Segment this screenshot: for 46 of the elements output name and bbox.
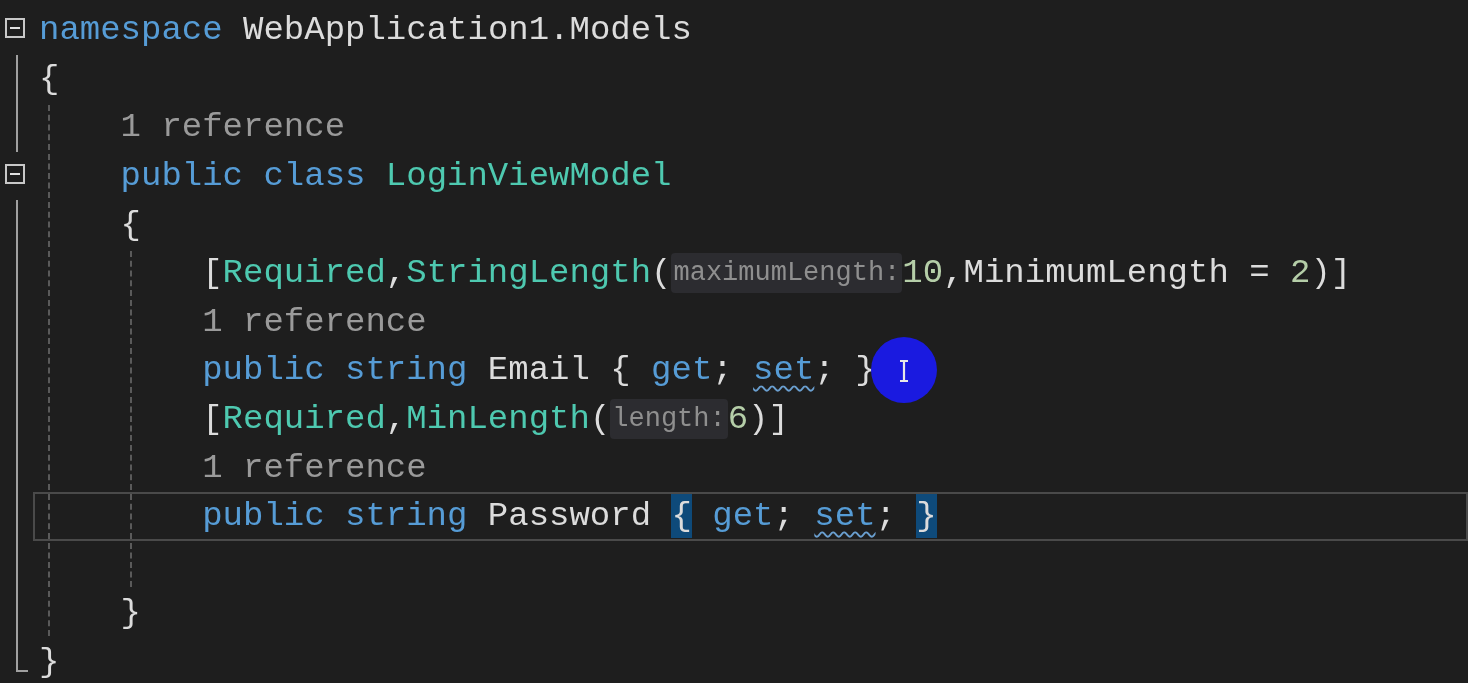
parameter-hint: maximumLength:: [671, 253, 903, 294]
code-token: MinLength: [406, 399, 590, 441]
code-token: ;: [875, 496, 897, 538]
code-token: 2: [1290, 253, 1311, 295]
code-token: public class: [120, 156, 366, 198]
code-token: Required: [222, 399, 386, 441]
code-token: Password: [486, 496, 653, 538]
code-token: ,MinimumLength =: [943, 253, 1271, 295]
code-token: 10: [902, 253, 944, 295]
code-token: )]: [1310, 253, 1352, 295]
collapse-icon[interactable]: [5, 18, 25, 38]
code-token: )]: [748, 399, 789, 441]
code-token: (: [589, 399, 611, 441]
code-token: }: [120, 593, 141, 635]
code-token: StringLength: [406, 253, 652, 295]
code-token: 6: [727, 399, 749, 441]
code-token: public string: [202, 496, 468, 538]
code-token: [: [202, 399, 223, 441]
code-token: [: [202, 253, 223, 295]
code-token: ,: [385, 399, 407, 441]
code-token: }: [39, 642, 60, 683]
code-token: LoginViewModel: [384, 156, 672, 198]
code-token: {: [671, 494, 692, 539]
collapse-icon[interactable]: [5, 163, 25, 184]
code-token: ;: [773, 496, 795, 538]
code-token: get: [651, 350, 713, 392]
mouse-highlight-icon: [870, 336, 938, 404]
code-token: set: [814, 496, 876, 538]
code-token: ;: [712, 350, 734, 392]
reference-count[interactable]: 1 reference: [202, 448, 427, 487]
reference-count[interactable]: 1 reference: [202, 302, 427, 341]
code-token: {: [120, 204, 141, 246]
code-token: {: [39, 58, 60, 100]
code-token: public string: [202, 350, 468, 392]
code-token: set: [753, 350, 815, 392]
code-token: (: [651, 253, 672, 295]
code-token: Email {: [486, 350, 632, 392]
code-token: ; }: [814, 350, 876, 392]
parameter-hint: length:: [610, 399, 728, 440]
code-token: WebApplication1.Models: [242, 10, 692, 52]
code-token: }: [916, 494, 937, 539]
code-token: Required: [222, 253, 386, 295]
code-token: get: [711, 496, 774, 538]
reference-count[interactable]: 1 reference: [120, 108, 346, 147]
code-token: ,: [385, 253, 407, 295]
code-token: namespace: [39, 10, 223, 52]
